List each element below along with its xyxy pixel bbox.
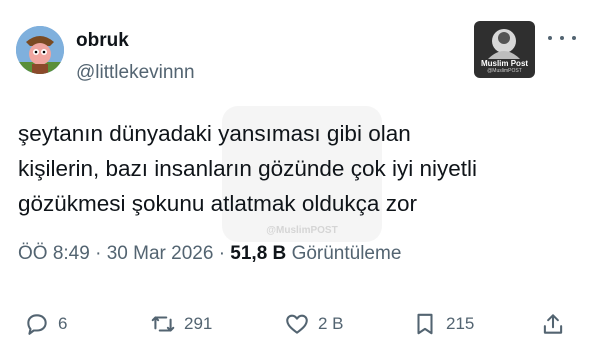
reply-icon — [27, 314, 47, 335]
share-button[interactable] — [540, 306, 566, 342]
meta-separator: · — [218, 243, 226, 264]
reply-count: 6 — [58, 314, 68, 333]
more-dot — [572, 36, 576, 40]
like-button[interactable]: 2 B — [284, 306, 344, 342]
views-label: Görüntüleme — [291, 243, 402, 264]
like-icon — [286, 314, 308, 334]
reply-button[interactable]: 6 — [24, 306, 67, 342]
portrait-icon — [488, 29, 520, 59]
avatar[interactable] — [16, 26, 64, 74]
bookmark-count: 215 — [446, 314, 475, 333]
tweet-meta: ÖÖ 8:49 · 30 Mar 2026 · 51,8 B Görüntüle… — [18, 243, 401, 265]
views-count: 51,8 B — [230, 243, 287, 264]
repost-button[interactable]: 291 — [150, 306, 212, 342]
avatar-image — [16, 26, 64, 74]
bookmark-button[interactable]: 215 — [412, 306, 474, 342]
tweet-date[interactable]: 30 Mar 2026 — [107, 243, 214, 264]
badge-subtitle: @MuslimPOST — [487, 68, 522, 74]
tweet-line: kişilerin, bazı insanların gözünde çok i… — [18, 156, 477, 181]
meta-separator: · — [95, 243, 102, 264]
action-bar: 6 291 2 B 215 — [0, 306, 598, 342]
author-handle[interactable]: @littlekevinnn — [76, 62, 195, 84]
repost-icon — [151, 316, 175, 332]
tweet-text: şeytanın dünyadaki yansıması gibi olan k… — [18, 116, 588, 221]
bookmark-icon — [417, 313, 433, 335]
like-count: 2 B — [318, 314, 344, 333]
more-dot — [560, 36, 564, 40]
tweet-time[interactable]: ÖÖ 8:49 — [18, 243, 90, 264]
watermark-text: @MuslimPOST — [266, 225, 338, 236]
badge-title: Muslim Post — [480, 59, 529, 68]
repost-count: 291 — [184, 314, 213, 333]
tweet-line: gözükmesi şokunu atlatmak oldukça zor — [18, 191, 417, 216]
tweet-line: şeytanın dünyadaki yansıması gibi olan — [18, 121, 411, 146]
more-icon[interactable] — [548, 28, 576, 48]
author-name[interactable]: obruk — [76, 30, 129, 52]
muslim-post-logo: Muslim Post @MuslimPOST — [474, 21, 535, 78]
share-icon — [543, 314, 563, 334]
more-dot — [548, 36, 552, 40]
